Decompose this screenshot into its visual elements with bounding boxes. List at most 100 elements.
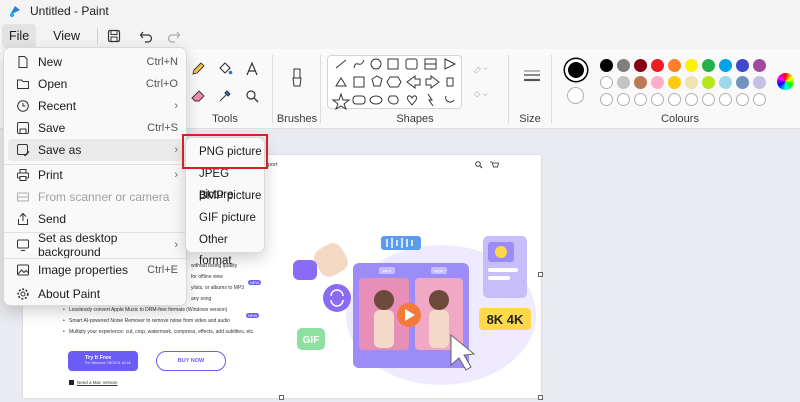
eraser-tool[interactable] <box>187 85 209 107</box>
custom-color-slot[interactable] <box>753 93 766 106</box>
color-swatch[interactable] <box>600 76 613 89</box>
text-a-icon <box>246 61 258 76</box>
custom-color-slot[interactable] <box>719 93 732 106</box>
menu-item-send[interactable]: Send <box>8 208 184 230</box>
color-swatch[interactable] <box>719 76 732 89</box>
menu-item-scanner: From scanner or camera <box>8 186 184 208</box>
custom-color-slot[interactable] <box>634 93 647 106</box>
secondary-color[interactable] <box>567 87 584 104</box>
line-width-icon <box>524 70 540 82</box>
save-quick-button[interactable] <box>102 24 126 48</box>
try-button-sublabel: For Windows 7/8/10/11 64-bit <box>85 361 131 365</box>
color-swatch[interactable] <box>668 76 681 89</box>
buy-now-button[interactable]: BUY NOW <box>156 351 226 371</box>
pencil-tool[interactable] <box>187 58 209 80</box>
undo-icon <box>139 31 153 43</box>
custom-color-slot[interactable] <box>600 93 613 106</box>
size-button[interactable] <box>519 65 545 87</box>
outline-style-button[interactable] <box>473 61 488 76</box>
resize-handle-corner[interactable] <box>538 395 543 400</box>
redo-button[interactable] <box>162 24 186 48</box>
save-as-other-format[interactable]: Other format <box>190 230 262 267</box>
color-swatch[interactable] <box>651 59 664 72</box>
color-swatch[interactable] <box>617 76 630 89</box>
menu-item-image-properties[interactable]: Image properties Ctrl+E <box>8 259 184 281</box>
custom-color-slot[interactable] <box>668 93 681 106</box>
text-tool[interactable] <box>241 58 263 80</box>
color-swatch[interactable] <box>600 59 613 72</box>
magnifier-icon <box>246 90 259 103</box>
pencil-icon <box>192 62 205 75</box>
colours-group-label: Colours <box>661 113 699 125</box>
custom-color-slot[interactable] <box>651 93 664 106</box>
color-swatch[interactable] <box>651 76 664 89</box>
color-swatch[interactable] <box>617 59 630 72</box>
ribbon-separator <box>272 55 273 123</box>
color-swatch[interactable] <box>634 59 647 72</box>
menu-item-save-as[interactable]: Save as › <box>8 139 184 161</box>
custom-color-slot[interactable] <box>685 93 698 106</box>
custom-color-slot[interactable] <box>736 93 749 106</box>
menu-item-recent[interactable]: Recent › <box>8 95 184 117</box>
page-header-fragment: port <box>268 162 278 168</box>
menu-item-save[interactable]: Save Ctrl+S <box>8 117 184 139</box>
menu-item-desktop-background[interactable]: Set as desktop background › <box>8 231 184 259</box>
resize-handle-bottom[interactable] <box>279 395 284 400</box>
edit-colors-button[interactable] <box>777 73 794 90</box>
ribbon-separator <box>508 55 509 123</box>
feature-line: for offline view <box>191 274 223 280</box>
custom-color-slot[interactable] <box>702 93 715 106</box>
chevron-right-icon: › <box>174 169 178 181</box>
primary-color[interactable] <box>565 59 587 81</box>
try-it-free-button[interactable]: Try It Free For Windows 7/8/10/11 64-bit <box>68 351 138 371</box>
mov-tag: MOV <box>434 269 443 274</box>
feature-line: Smart AI-powered Noise Remover to remove… <box>69 318 230 324</box>
menu-item-about[interactable]: About Paint <box>8 283 184 305</box>
menu-shortcut: Ctrl+O <box>145 78 178 90</box>
fill-tool[interactable] <box>214 58 236 80</box>
color-swatch[interactable] <box>702 76 715 89</box>
menu-label: Print <box>38 168 63 182</box>
undo-button[interactable] <box>134 24 158 48</box>
feature-line: ylists, or albums to MP3 <box>191 285 245 291</box>
color-swatch[interactable] <box>668 59 681 72</box>
fill-style-button[interactable] <box>473 87 488 102</box>
search-cart-icons <box>475 161 499 169</box>
menu-shortcut: Ctrl+E <box>147 264 178 276</box>
color-swatch[interactable] <box>736 59 749 72</box>
save-as-gif[interactable]: GIF picture <box>190 208 262 229</box>
brushes-button[interactable] <box>286 67 308 89</box>
mac-version-link[interactable]: Need a Mac Version <box>77 380 118 385</box>
color-picker-tool[interactable] <box>214 85 236 107</box>
bullet: • <box>63 307 65 313</box>
save-as-bmp[interactable]: BMP picture <box>190 186 262 207</box>
menu-item-print[interactable]: Print › <box>8 164 184 186</box>
menu-label: New <box>38 55 63 69</box>
custom-color-slot[interactable] <box>617 93 630 106</box>
open-folder-icon <box>15 76 31 92</box>
menu-item-open[interactable]: Open Ctrl+O <box>8 73 184 95</box>
magnifier-tool[interactable] <box>241 85 263 107</box>
share-icon <box>15 211 31 227</box>
fill-bucket-icon <box>473 90 488 98</box>
color-swatch[interactable] <box>634 76 647 89</box>
resize-handle-right[interactable] <box>538 272 543 277</box>
menu-item-new[interactable]: New Ctrl+N <box>8 51 184 73</box>
color-swatch[interactable] <box>685 76 698 89</box>
eyedropper-icon <box>219 90 231 102</box>
color-swatch[interactable] <box>753 76 766 89</box>
desktop-icon <box>15 237 31 253</box>
color-swatch[interactable] <box>702 59 715 72</box>
file-menu-button[interactable]: File <box>2 23 37 48</box>
clock-icon <box>15 98 31 114</box>
quick-access-separator <box>97 27 99 44</box>
view-menu-button[interactable]: View <box>46 24 87 48</box>
color-swatch[interactable] <box>719 59 732 72</box>
mp4-tag: MP4 <box>383 269 392 274</box>
ribbon-separator <box>551 55 552 123</box>
color-swatch[interactable] <box>753 59 766 72</box>
color-swatch[interactable] <box>685 59 698 72</box>
color-swatch[interactable] <box>736 76 749 89</box>
annotation-highlight-box <box>182 134 268 169</box>
promo-illustration: MP4 MOV 8K 4K GIF <box>293 236 536 385</box>
